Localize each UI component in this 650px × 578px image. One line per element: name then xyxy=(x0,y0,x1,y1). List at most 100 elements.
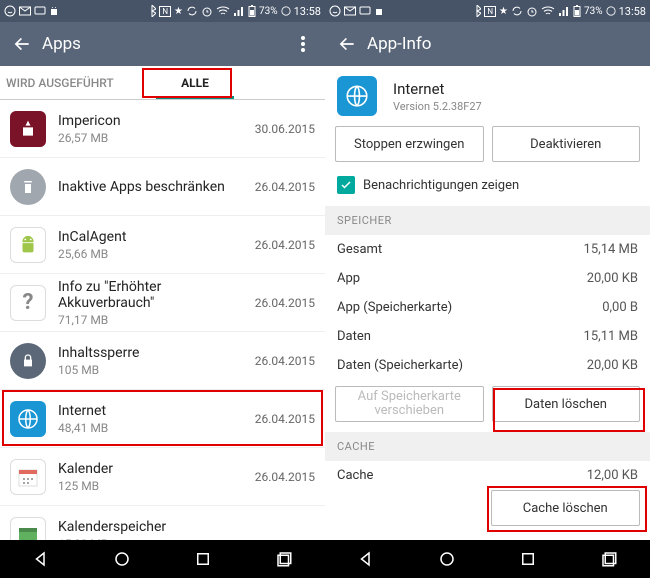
app-icon-globe xyxy=(337,76,377,116)
nav-recent-button[interactable] xyxy=(194,550,212,568)
list-item[interactable]: Inhaltssperre 105 MB 26.04.2015 xyxy=(0,332,325,390)
app-name: Info zu "Erhöhter Akkuverbrauch" xyxy=(58,279,255,311)
mail-icon xyxy=(19,6,31,16)
notifications-label: Benachrichtigungen zeigen xyxy=(363,178,519,193)
app-size: 71,17 MB xyxy=(58,313,255,327)
nfc-icon: N xyxy=(159,6,171,17)
app-date: 26.04.2015 xyxy=(255,238,315,252)
app-size: 15,03 MB xyxy=(58,537,315,540)
chat-icon xyxy=(34,5,46,17)
signal-icon xyxy=(233,6,245,16)
app-info-name: Internet xyxy=(393,80,638,98)
app-name: Impericon xyxy=(58,113,255,129)
app-icon-impericon xyxy=(10,111,46,147)
app-list[interactable]: Impericon 26,57 MB 30.06.2015 Inaktive Ap… xyxy=(0,100,325,540)
status-bar: N ★ 73% 13:58 xyxy=(325,0,650,22)
app-date: 30.06.2015 xyxy=(255,122,315,136)
app-size: 48,41 MB xyxy=(58,421,255,435)
battery-icon xyxy=(573,5,581,17)
app-date: 26.04.2015 xyxy=(255,354,315,368)
star-icon: ★ xyxy=(174,6,183,17)
app-info-version: Version 5.2.38F27 xyxy=(393,100,638,113)
signal-icon xyxy=(558,6,570,16)
clock-icon xyxy=(606,6,616,16)
app-icon-calendar-storage xyxy=(10,517,46,540)
list-item[interactable]: Kalender 125 MB 26.04.2015 xyxy=(0,448,325,506)
app-size: 105 MB xyxy=(58,363,255,377)
clear-cache-button[interactable]: Cache löschen xyxy=(491,490,641,526)
mail-icon xyxy=(344,6,356,16)
nav-extra-button[interactable] xyxy=(275,550,293,568)
app-size: 25,66 MB xyxy=(58,247,255,261)
tab-running[interactable]: WIRD AUSGEFÜHRT xyxy=(0,66,146,99)
disable-button[interactable]: Deaktivieren xyxy=(492,126,641,162)
app-name: InCalAgent xyxy=(58,229,255,245)
storage-row: Gesamt15,14 MB xyxy=(325,235,650,264)
bluetooth-icon xyxy=(473,5,481,17)
nav-home-button[interactable] xyxy=(438,550,456,568)
alarm-icon xyxy=(201,5,213,17)
back-button[interactable] xyxy=(333,30,361,58)
app-icon-android xyxy=(10,227,46,263)
status-bar: N ★ 73% 13:58 xyxy=(0,0,325,22)
storage-row: Daten15,11 MB xyxy=(325,322,650,351)
overflow-menu-button[interactable] xyxy=(289,30,317,58)
app-icon-calendar xyxy=(10,459,46,495)
app-name: Inaktive Apps beschränken xyxy=(58,179,255,195)
nfc-icon: N xyxy=(484,6,496,17)
list-item[interactable]: ? Info zu "Erhöhter Akkuverbrauch"71,17 … xyxy=(0,274,325,332)
whatsapp-icon xyxy=(329,5,341,17)
list-item[interactable]: Internet48,41 MB 26.04.2015 xyxy=(0,390,325,448)
chat-icon xyxy=(359,5,371,17)
apps-list-screen: N ★ 73% 13:58 Apps WIRD A xyxy=(0,0,325,578)
app-name: Internet xyxy=(58,403,255,419)
app-icon-globe xyxy=(10,401,46,437)
nav-extra-button[interactable] xyxy=(600,550,618,568)
app-icon-lock xyxy=(10,343,46,379)
app-name: Inhaltssperre xyxy=(58,345,255,361)
app-icon-trash xyxy=(10,169,46,205)
app-info-screen: N ★ 73% 13:58 App-Info Internet Ve xyxy=(325,0,650,578)
whatsapp-icon xyxy=(4,5,16,17)
app-date: 26.04.2015 xyxy=(255,296,315,310)
page-title: App-Info xyxy=(367,34,642,54)
battery-pct: 73% xyxy=(259,6,278,17)
nav-recent-button[interactable] xyxy=(519,550,537,568)
nav-bar xyxy=(325,540,650,578)
status-time: 13:58 xyxy=(619,5,646,18)
app-size: 26,57 MB xyxy=(58,131,255,145)
star-icon: ★ xyxy=(499,6,508,17)
list-item[interactable]: Impericon 26,57 MB 30.06.2015 xyxy=(0,100,325,158)
nav-back-button[interactable] xyxy=(357,550,375,568)
header: Apps xyxy=(0,22,325,66)
list-item[interactable]: Inaktive Apps beschränken 26.04.2015 xyxy=(0,158,325,216)
android-icon xyxy=(49,5,59,17)
nav-bar xyxy=(0,540,325,578)
move-to-sd-button: Auf Speicherkarte verschieben xyxy=(335,386,484,422)
android-icon xyxy=(374,5,384,17)
tab-spacer xyxy=(244,66,325,99)
list-item[interactable]: Kalenderspeicher15,03 MB xyxy=(0,506,325,540)
nav-back-button[interactable] xyxy=(32,550,50,568)
clear-data-button[interactable]: Daten löschen xyxy=(492,386,641,422)
app-name: Kalender xyxy=(58,461,255,477)
bluetooth-icon xyxy=(148,5,156,17)
storage-row: Daten (Speicherkarte)20,00 KB xyxy=(325,351,650,380)
tab-all[interactable]: ALLE xyxy=(146,66,244,99)
wifi-icon xyxy=(216,6,230,16)
sync-icon xyxy=(511,5,523,17)
app-date: 26.04.2015 xyxy=(255,470,315,484)
app-size: 125 MB xyxy=(58,479,255,493)
force-stop-button[interactable]: Stoppen erzwingen xyxy=(335,126,484,162)
list-item[interactable]: InCalAgent 25,66 MB 26.04.2015 xyxy=(0,216,325,274)
notifications-toggle[interactable]: Benachrichtigungen zeigen xyxy=(325,172,650,206)
nav-home-button[interactable] xyxy=(113,550,131,568)
clock-icon xyxy=(281,6,291,16)
battery-pct: 73% xyxy=(584,6,603,17)
header: App-Info xyxy=(325,22,650,66)
checkbox-checked-icon xyxy=(337,176,355,194)
back-button[interactable] xyxy=(8,30,36,58)
wifi-icon xyxy=(541,6,555,16)
battery-icon xyxy=(248,5,256,17)
storage-row: App20,00 KB xyxy=(325,264,650,293)
